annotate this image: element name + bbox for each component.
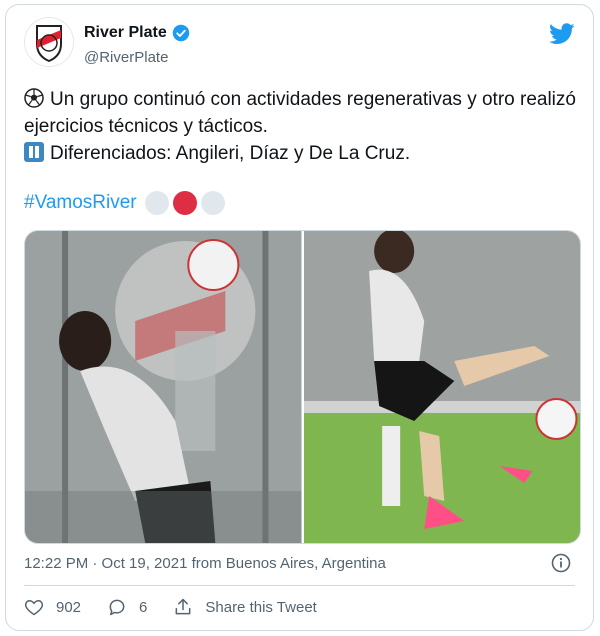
- reply-button[interactable]: 6: [107, 597, 147, 617]
- like-button[interactable]: 902: [24, 597, 81, 617]
- river-plate-crest-icon: [25, 18, 73, 66]
- twitter-bird-icon[interactable]: [549, 23, 575, 45]
- soccer-ball-icon: [24, 88, 44, 108]
- white-circle-icon: [144, 191, 169, 215]
- share-icon: [175, 598, 191, 615]
- pause-button-icon: [24, 142, 44, 162]
- verified-badge-icon: [172, 24, 189, 42]
- reply-bubble-icon: [109, 599, 125, 616]
- photo-right[interactable]: [303, 231, 580, 543]
- tweet-line-2: Diferenciados: Angileri, Díaz y De La Cr…: [50, 143, 411, 164]
- white-circle-icon: [200, 191, 225, 215]
- user-handle[interactable]: @RiverPlate: [84, 49, 168, 66]
- share-label: Share this Tweet: [205, 598, 317, 616]
- share-button[interactable]: Share this Tweet: [173, 597, 317, 617]
- tweet-card[interactable]: River Plate @RiverPlate Un grupo continu…: [5, 4, 594, 631]
- divider: [24, 585, 575, 586]
- training-photo-header-image: [25, 231, 302, 543]
- red-circle-icon: [172, 191, 197, 215]
- info-icon[interactable]: [551, 553, 571, 573]
- avatar[interactable]: [24, 17, 74, 67]
- media-grid: [24, 230, 581, 544]
- tweet-timestamp[interactable]: 12:22 PM · Oct 19, 2021 from Buenos Aire…: [24, 555, 386, 572]
- display-name[interactable]: River Plate: [84, 24, 167, 42]
- like-count: 902: [56, 598, 82, 616]
- training-photo-kick-image: [303, 231, 580, 543]
- hashtag-link[interactable]: #VamosRiver: [24, 192, 137, 214]
- tweet-text: Un grupo continuó con actividades regene…: [24, 86, 584, 167]
- heart-icon: [24, 599, 44, 616]
- tweet-line-1: Un grupo continuó con actividades regene…: [24, 89, 576, 137]
- photo-left[interactable]: [25, 231, 302, 543]
- reply-count: 6: [139, 598, 148, 616]
